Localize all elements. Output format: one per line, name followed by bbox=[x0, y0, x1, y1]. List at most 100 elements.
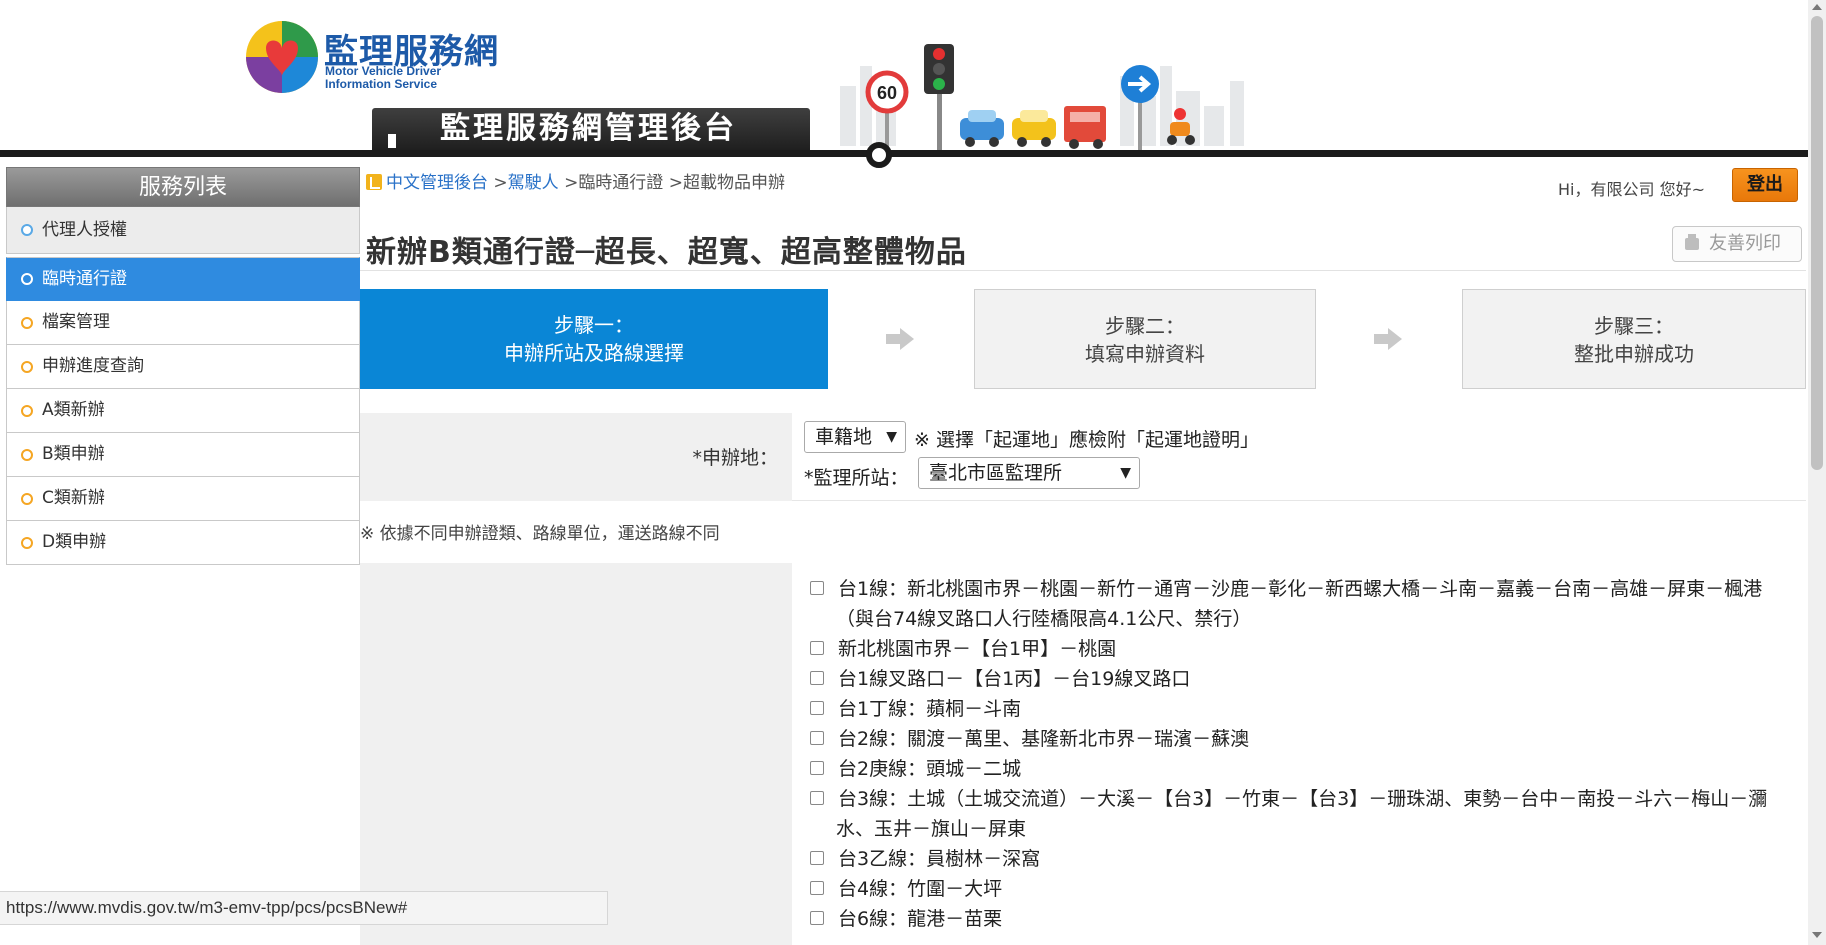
breadcrumb-temporary-pass: 臨時通行證 bbox=[578, 173, 664, 193]
route-item: 台3線：土城（土城交流道）－大溪－【台3】－竹東－【台3】－珊珠湖、東勢－台中－… bbox=[804, 784, 1794, 844]
route-label: 台2線：關渡－萬里、基隆新北市界－瑞濱－蘇澳 bbox=[838, 728, 1250, 750]
route-checkbox[interactable] bbox=[810, 731, 824, 745]
route-checkbox[interactable] bbox=[810, 791, 824, 805]
breadcrumb-current: 超載物品申辦 bbox=[682, 173, 785, 193]
sidebar-item-temporary-pass[interactable]: 臨時通行證 bbox=[6, 257, 360, 301]
sidebar-item-class-b-apply[interactable]: B類申辦 bbox=[6, 433, 360, 477]
arrow-right-icon bbox=[886, 328, 914, 350]
route-checkbox[interactable] bbox=[810, 671, 824, 685]
scroll-down-arrow-icon[interactable] bbox=[1812, 932, 1822, 938]
header-rule-knob bbox=[866, 142, 892, 168]
traffic-illustration: 60 bbox=[840, 44, 1244, 152]
car-blue-icon bbox=[960, 110, 1004, 147]
svg-text:60: 60 bbox=[877, 83, 897, 103]
step-2: 步驟二： 填寫申辦資料 bbox=[974, 289, 1316, 389]
sidebar-item-label: A類新辦 bbox=[42, 400, 105, 420]
sidebar-item-label: 申辦進度查詢 bbox=[42, 356, 144, 376]
sidebar: 服務列表 代理人授權 臨時通行證 檔案管理 申辦進度查詢 A類新辦 B類申辦 C… bbox=[6, 167, 360, 565]
sidebar-item-label: D類申辦 bbox=[42, 532, 107, 552]
admin-banner-text: 監理服務網管理後台 bbox=[440, 111, 737, 146]
breadcrumb-separator: > bbox=[668, 173, 683, 193]
route-checkbox[interactable] bbox=[810, 641, 824, 655]
bullet-icon bbox=[21, 360, 33, 373]
apply-place-label: *申辦地： bbox=[692, 447, 778, 469]
step-3-number: 步驟三： bbox=[1594, 314, 1674, 338]
bullet-icon bbox=[21, 273, 33, 285]
step-1-active: 步驟一： 申辦所站及路線選擇 bbox=[360, 289, 828, 389]
traffic-light-icon bbox=[924, 44, 954, 152]
sidebar-item-class-a-new[interactable]: A類新辦 bbox=[6, 389, 360, 433]
page-scrollbar[interactable] bbox=[1808, 0, 1826, 945]
step-3: 步驟三： 整批申辦成功 bbox=[1462, 289, 1806, 389]
route-checkbox[interactable] bbox=[810, 761, 824, 775]
route-item: 台1丁線：蘋桐－斗南 bbox=[804, 694, 1794, 724]
route-item: 台4線：竹圍－大坪 bbox=[804, 874, 1794, 904]
user-greeting: Hi，有限公司 您好~ bbox=[1558, 180, 1705, 199]
scroll-up-arrow-icon[interactable] bbox=[1812, 4, 1822, 10]
bullet-icon bbox=[21, 448, 33, 461]
title-divider bbox=[360, 270, 1806, 271]
bullet-icon bbox=[21, 404, 33, 417]
station-label: *監理所站： bbox=[804, 467, 909, 489]
logout-button[interactable]: 登出 bbox=[1732, 168, 1798, 202]
breadcrumb-home-link[interactable]: 中文管理後台 bbox=[386, 173, 488, 193]
apply-place-label-cell: *申辦地： bbox=[360, 413, 792, 501]
breadcrumb-driver-link[interactable]: 駕駛人 bbox=[508, 173, 559, 193]
route-label: 新北桃園市界－【台1甲】－桃園 bbox=[838, 638, 1117, 660]
route-checkbox[interactable] bbox=[810, 851, 824, 865]
station-selected-value: 臺北市區監理所 bbox=[929, 462, 1063, 484]
breadcrumb: 中文管理後台 >駕駛人 >臨時通行證 >超載物品申辦 bbox=[366, 168, 785, 193]
home-icon[interactable] bbox=[366, 174, 382, 190]
sidebar-item-class-d-apply[interactable]: D類申辦 bbox=[6, 521, 360, 565]
sidebar-item-label: B類申辦 bbox=[42, 444, 105, 464]
print-button[interactable]: 友善列印 bbox=[1672, 226, 1802, 262]
logo-subtitle-line1: Motor Vehicle Driver bbox=[325, 64, 442, 78]
sidebar-item-agent-authorization[interactable]: 代理人授權 bbox=[6, 207, 360, 254]
route-label: 台3乙線：員樹林－深窩 bbox=[838, 848, 1041, 870]
logo-icon[interactable] bbox=[244, 18, 320, 96]
header-rule bbox=[0, 150, 1808, 157]
admin-banner: 監理服務網管理後台 bbox=[372, 108, 810, 190]
step-2-number: 步驟二： bbox=[1105, 314, 1185, 338]
bullet-icon bbox=[21, 536, 33, 549]
route-item: 台6線：龍港－苗栗 bbox=[804, 904, 1794, 934]
browser-status-bar: https://www.mvdis.gov.tw/m3-emv-tpp/pcs/… bbox=[0, 891, 608, 925]
scrollbar-thumb[interactable] bbox=[1811, 16, 1823, 470]
station-select[interactable]: 臺北市區監理所 ▼ bbox=[918, 457, 1140, 489]
step-3-label: 整批申辦成功 bbox=[1574, 342, 1694, 366]
logo-subtitle-line2: Information Service bbox=[325, 77, 438, 91]
bullet-icon bbox=[21, 492, 33, 505]
route-label: 台1線叉路口－【台1丙】－台19線叉路口 bbox=[838, 668, 1191, 690]
page-title: 新辦B類通行證─超長、超寬、超高整體物品 bbox=[366, 235, 967, 270]
sidebar-item-progress-query[interactable]: 申辦進度查詢 bbox=[6, 345, 360, 389]
sidebar-title: 服務列表 bbox=[6, 167, 360, 207]
route-checkbox[interactable] bbox=[810, 581, 824, 595]
speed-limit-sign-icon: 60 bbox=[865, 70, 909, 152]
apply-place-field-cell: 車籍地 ▼ ※ 選擇「起運地」應檢附「起運地證明」 *監理所站： 臺北市區監理所… bbox=[792, 413, 1806, 501]
site-header: 監理服務網 Motor Vehicle Driver Information S… bbox=[0, 0, 1808, 190]
apply-place-select[interactable]: 車籍地 ▼ bbox=[804, 421, 906, 453]
apply-place-note: ※ 選擇「起運地」應檢附「起運地證明」 bbox=[914, 429, 1259, 451]
print-button-label: 友善列印 bbox=[1709, 233, 1781, 254]
sidebar-item-label: 檔案管理 bbox=[42, 312, 110, 332]
sidebar-item-file-management[interactable]: 檔案管理 bbox=[6, 301, 360, 345]
route-checkbox[interactable] bbox=[810, 911, 824, 925]
route-item: 台3乙線：員樹林－深窩 bbox=[804, 844, 1794, 874]
chevron-down-icon: ▼ bbox=[1120, 465, 1131, 481]
route-label: 台3線：土城（土城交流道）－大溪－【台3】－竹東－【台3】－珊珠湖、東勢－台中－… bbox=[836, 788, 1768, 840]
route-item: 台2庚線：頭城－二城 bbox=[804, 754, 1794, 784]
route-checkbox[interactable] bbox=[810, 881, 824, 895]
chevron-down-icon: ▼ bbox=[886, 429, 897, 445]
step-1-label: 申辦所站及路線選擇 bbox=[504, 341, 684, 365]
route-checkbox[interactable] bbox=[810, 701, 824, 715]
route-label: 台6線：龍港－苗栗 bbox=[838, 908, 1003, 930]
sidebar-item-class-c-new[interactable]: C類新辦 bbox=[6, 477, 360, 521]
bullet-icon bbox=[21, 224, 33, 236]
route-label: 台1線：新北桃園市界－桃園－新竹－通宵－沙鹿－彰化－新西螺大橋－斗南－嘉義－台南… bbox=[836, 578, 1763, 630]
bullet-icon bbox=[21, 316, 33, 329]
banner-bars-icon bbox=[388, 118, 410, 190]
route-label: 台1丁線：蘋桐－斗南 bbox=[838, 698, 1022, 720]
printer-icon bbox=[1685, 234, 1699, 250]
arrow-right-icon bbox=[1374, 328, 1402, 350]
car-yellow-icon bbox=[1012, 110, 1056, 147]
